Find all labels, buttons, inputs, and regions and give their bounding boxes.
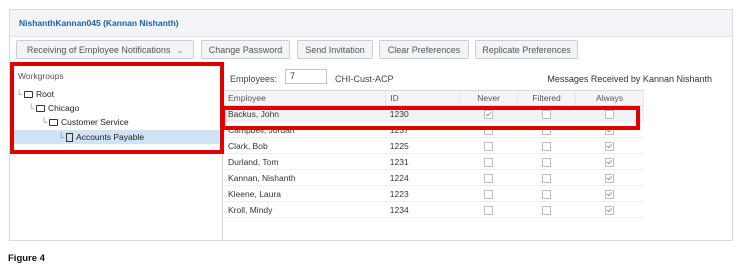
never-cell <box>459 169 518 186</box>
notifications-dropdown[interactable]: Receiving of Employee Notifications ⌄ <box>16 40 194 59</box>
employee-name-cell: Kannan, Nishanth <box>224 169 386 186</box>
employee-name-cell: Kroll, Mindy <box>224 201 386 218</box>
toolbar: Receiving of Employee Notifications ⌄ Cha… <box>10 37 732 64</box>
filtered-checkbox[interactable] <box>542 173 552 183</box>
never-checkbox[interactable] <box>484 173 494 183</box>
table-row[interactable]: Kroll, Mindy 1234 <box>224 201 644 218</box>
always-checkbox[interactable] <box>605 189 615 199</box>
highlight-box-employee-row <box>221 106 640 130</box>
employees-label: Employees: <box>230 74 278 84</box>
title-bar: NishanthKannan045 (Kannan Nishanth) <box>10 10 732 37</box>
never-checkbox[interactable] <box>484 157 494 167</box>
filtered-cell <box>517 153 576 170</box>
group-name: CHI-Cust-ACP <box>335 74 394 84</box>
messages-received-label: Messages Received by Kannan Nishanth <box>547 74 712 84</box>
filtered-checkbox[interactable] <box>542 157 552 167</box>
figure-caption: Figure 4 <box>8 253 45 264</box>
always-cell <box>575 153 644 170</box>
employee-id-cell: 1231 <box>385 153 460 170</box>
always-cell <box>575 185 644 202</box>
never-checkbox[interactable] <box>484 141 494 151</box>
never-checkbox[interactable] <box>484 205 494 215</box>
table-header-row: Employee ID Never Filtered Always <box>224 90 644 106</box>
chevron-down-icon: ⌄ <box>176 46 184 55</box>
employees-count-field[interactable]: 7 <box>285 69 327 84</box>
always-cell <box>575 169 644 186</box>
never-cell <box>459 153 518 170</box>
table-row[interactable]: Kleene, Laura 1223 <box>224 185 644 202</box>
never-cell <box>459 185 518 202</box>
employee-id-cell: 1225 <box>385 137 460 154</box>
always-checkbox[interactable] <box>605 141 615 151</box>
column-header-never[interactable]: Never <box>459 90 519 106</box>
table-row[interactable]: Clark, Bob 1225 <box>224 137 644 154</box>
column-header-filtered[interactable]: Filtered <box>517 90 577 106</box>
always-cell <box>575 201 644 218</box>
never-checkbox[interactable] <box>484 189 494 199</box>
column-header-id[interactable]: ID <box>385 90 461 106</box>
always-checkbox[interactable] <box>605 157 615 167</box>
replicate-preferences-button[interactable]: Replicate Preferences <box>475 40 578 59</box>
column-header-always[interactable]: Always <box>575 90 644 106</box>
filtered-checkbox[interactable] <box>542 141 552 151</box>
employee-name-cell: Clark, Bob <box>224 137 386 154</box>
always-checkbox[interactable] <box>605 205 615 215</box>
change-password-button[interactable]: Change Password <box>201 40 290 59</box>
employee-name-cell: Kleene, Laura <box>224 185 386 202</box>
user-title[interactable]: NishanthKannan045 (Kannan Nishanth) <box>19 18 179 28</box>
employee-panel: Employees: 7 CHI-Cust-ACP Messages Recei… <box>224 65 732 240</box>
filtered-cell <box>517 137 576 154</box>
filtered-cell <box>517 185 576 202</box>
column-header-employee[interactable]: Employee <box>224 90 387 106</box>
send-invitation-button[interactable]: Send Invitation <box>297 40 373 59</box>
always-checkbox[interactable] <box>605 173 615 183</box>
filtered-cell <box>517 201 576 218</box>
table-row[interactable]: Durland, Tom 1231 <box>224 153 644 170</box>
notifications-label: Receiving of Employee Notifications <box>26 45 171 55</box>
filtered-checkbox[interactable] <box>542 205 552 215</box>
table-row[interactable]: Kannan, Nishanth 1224 <box>224 169 644 186</box>
employee-id-cell: 1234 <box>385 201 460 218</box>
filtered-cell <box>517 169 576 186</box>
employee-name-cell: Durland, Tom <box>224 153 386 170</box>
never-cell <box>459 137 518 154</box>
always-cell <box>575 137 644 154</box>
highlight-box-workgroup <box>10 62 224 154</box>
filtered-checkbox[interactable] <box>542 189 552 199</box>
never-cell <box>459 201 518 218</box>
clear-preferences-button[interactable]: Clear Preferences <box>379 40 469 59</box>
employee-id-cell: 1223 <box>385 185 460 202</box>
employee-id-cell: 1224 <box>385 169 460 186</box>
